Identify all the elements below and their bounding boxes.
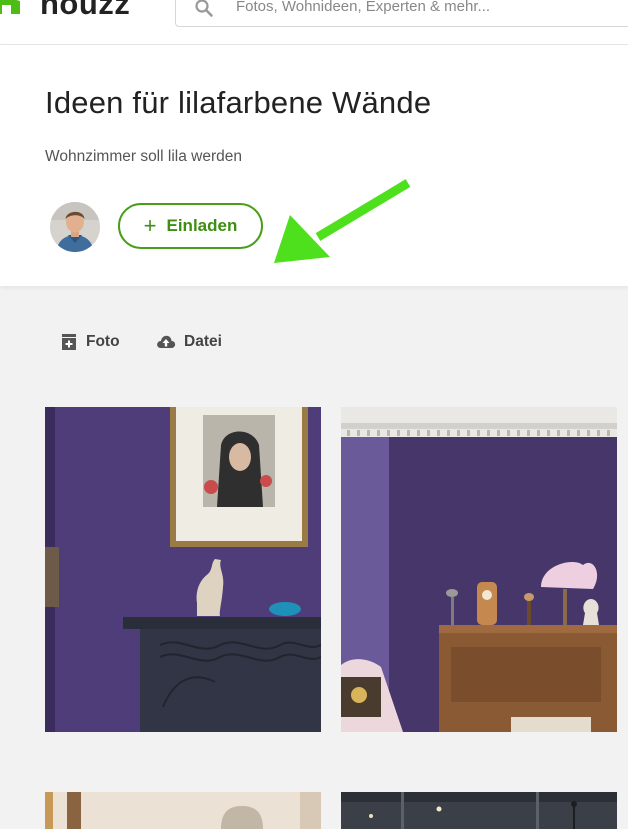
page-title: Ideen für lilafarbene Wände <box>45 85 432 120</box>
add-photo-icon <box>62 334 76 350</box>
houzz-logo-text[interactable]: houzz <box>40 0 130 22</box>
houzz-logo-icon[interactable] <box>0 0 20 14</box>
board-header: Ideen für lilafarbene Wände Wohnzimmer s… <box>0 45 628 286</box>
upload-photo-label: Foto <box>86 333 120 350</box>
upload-photo-button[interactable]: Foto <box>60 333 120 351</box>
photo-card-3[interactable] <box>45 792 321 829</box>
search-placeholder: Fotos, Wohnideen, Experten & mehr... <box>236 0 491 15</box>
annotation-arrow-icon <box>274 179 411 263</box>
avatar[interactable] <box>50 202 100 252</box>
upload-file-label: Datei <box>184 333 222 350</box>
photo-card-1[interactable] <box>45 407 321 732</box>
top-bar: houzz Fotos, Wohnideen, Experten & mehr.… <box>0 0 628 45</box>
photo-card-4[interactable] <box>341 792 617 829</box>
plus-icon: + <box>143 213 157 238</box>
board-description: Wohnzimmer soll lila werden <box>45 148 242 165</box>
cloud-upload-icon <box>157 335 176 348</box>
invite-label: Einladen <box>166 216 238 235</box>
search-icon <box>195 0 213 17</box>
invite-button[interactable]: + Einladen <box>118 203 263 249</box>
photo-card-2[interactable] <box>341 407 617 732</box>
search-input[interactable]: Fotos, Wohnideen, Experten & mehr... <box>175 0 628 27</box>
upload-file-button[interactable]: Datei <box>156 333 222 351</box>
